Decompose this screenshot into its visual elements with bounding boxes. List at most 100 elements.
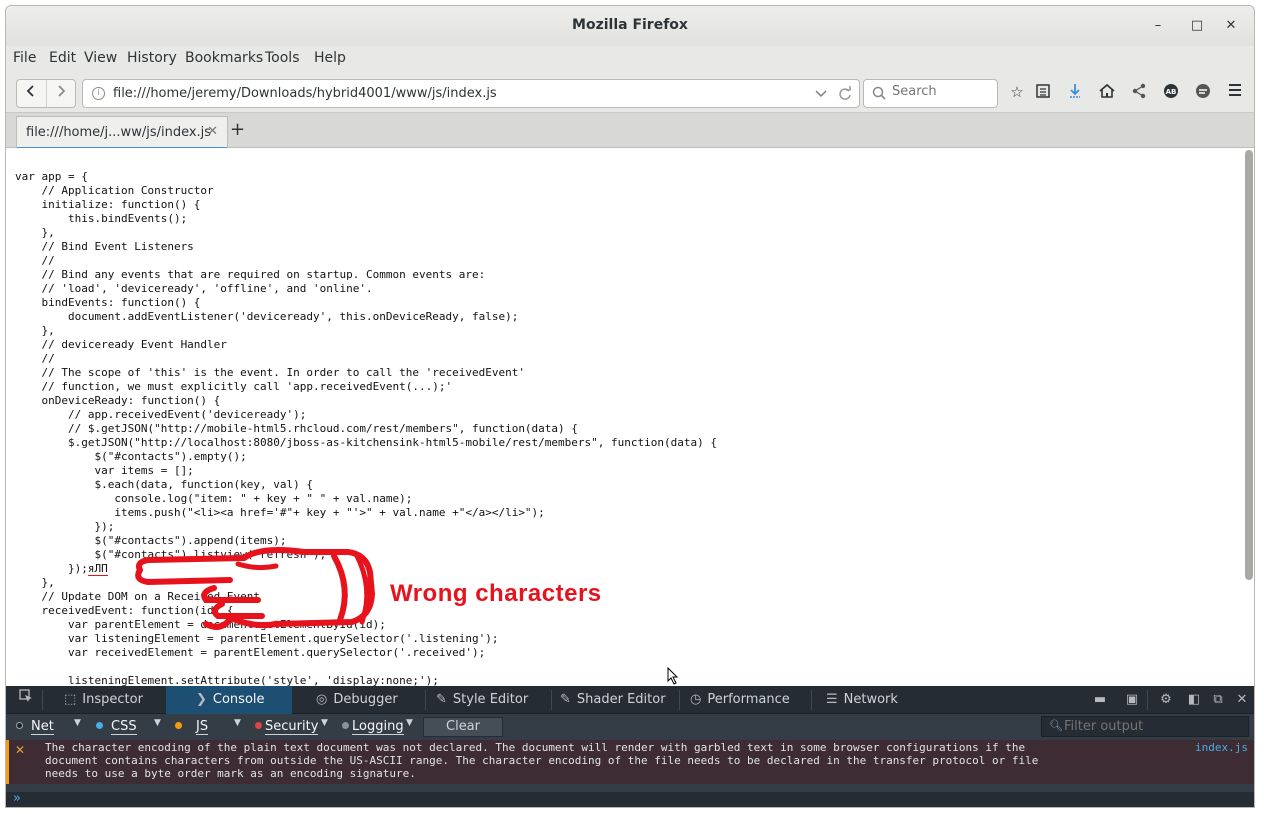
code-line: // function, we must explicitly call 'ap… [15,380,453,393]
url-history-dropdown-icon[interactable] [815,84,827,108]
page-content[interactable]: var app = { // Application Constructor i… [6,148,1254,686]
code-line: // Application Constructor [15,184,214,197]
firefox-window: Mozilla Firefox – □ ✕ File Edit View His… [5,5,1255,808]
tab-shader-editor[interactable]: ✎ Shader Editor [556,686,686,714]
filter-security[interactable]: Security [255,718,319,736]
new-tab-button[interactable]: + [230,119,245,140]
page-info-icon[interactable]: i [92,87,105,100]
code-line: }, [15,324,55,337]
url-bar[interactable]: i file:///home/jeremy/Downloads/hybrid40… [82,79,860,108]
maximize-button[interactable]: □ [1187,16,1207,36]
window-title: Mozilla Firefox [572,17,688,33]
filter-logging[interactable]: Logging [342,718,404,736]
menu-edit[interactable]: Edit [49,50,76,66]
console-filter-bar: Net ▼ CSS ▼ JS ▼ Security ▼ Logging ▼ Cl… [6,714,1254,740]
menu-view[interactable]: View [84,50,117,66]
code-line: this.bindEvents(); [15,212,188,225]
code-line: initialize: function() { [15,198,201,211]
filter-css[interactable]: CSS [96,718,137,736]
back-button[interactable] [17,80,46,107]
menu-tools[interactable]: Tools [265,50,300,66]
code-line: console.log("item: " + key + " " + val.n… [15,492,413,505]
tab-network[interactable]: ☰ Network [816,686,916,714]
menu-file[interactable]: File [13,50,36,66]
vertical-scrollbar[interactable] [1245,150,1253,580]
share-icon[interactable] [1129,83,1149,103]
code-line: }, [15,226,55,239]
inspector-icon: ⬚ [64,692,77,707]
source-link[interactable]: index.js [1195,741,1248,754]
tab-index-js[interactable]: file:///home/j...ww/js/index.js ✕ [16,116,228,149]
svg-text:AB: AB [1166,88,1177,96]
js-dropdown-icon[interactable]: ▼ [234,718,241,728]
tab-inspector[interactable]: ⬚ Inspector [54,686,166,714]
devtools-panel: ⬚ Inspector ❯ Console ◎ Debugger ✎ Style Edi… [6,686,1254,807]
security-dot-icon [255,722,262,729]
code-line: $.getJSON("http://localhost:8080/jboss-a… [15,436,717,449]
url-text[interactable]: file:///home/jeremy/Downloads/hybrid4001… [113,86,497,101]
code-line: // [15,352,55,365]
undock-window-icon[interactable]: ⧉ [1209,692,1227,707]
adblock-icon[interactable]: AB [1161,83,1181,103]
tab-performance[interactable]: ◷ Performance [684,686,816,714]
navigation-toolbar: i file:///home/jeremy/Downloads/hybrid40… [6,72,1254,112]
responsive-mode-icon[interactable]: ▣ [1123,692,1141,707]
console-icon: ❯ [196,692,207,707]
pointing-hand-annotation [135,547,376,630]
css-dot-icon [96,722,103,729]
reload-icon[interactable] [837,84,853,108]
code-line: var items = []; [15,464,194,477]
code-line: document.addEventListener('deviceready',… [15,310,519,323]
code-line: $.each(data, function(key, val) { [15,478,314,491]
close-window-button[interactable]: ✕ [1221,16,1241,36]
filter-net[interactable]: Net [16,718,54,736]
hamburger-menu-icon[interactable] [1225,83,1245,103]
dock-side-icon[interactable]: ◧ [1185,692,1203,707]
menu-bookmarks[interactable]: Bookmarks [185,50,263,66]
chat-extension-icon[interactable] [1193,83,1213,103]
garbled-characters: яЛП [87,562,108,576]
bookmarks-menu-icon[interactable] [1033,83,1053,103]
filter-output-input[interactable] [1064,719,1244,734]
annotation-label: Wrong characters [390,580,602,607]
warning-x-icon: ✕ [15,743,26,757]
back-arrow-icon [27,85,35,97]
menu-history[interactable]: History [127,50,177,66]
code-line: var receivedElement = parentElement.quer… [15,646,486,659]
code-line: onDeviceReady: function() { [15,394,221,407]
tab-strip: file:///home/j...ww/js/index.js ✕ + [6,112,1254,149]
filter-output-box[interactable]: 🔍︎ [1041,716,1249,737]
title-bar[interactable]: Mozilla Firefox – □ ✕ [6,6,1254,46]
console-input[interactable]: » [6,791,1254,807]
tab-console[interactable]: ❯ Console [166,686,292,714]
code-line: }); [15,520,115,533]
back-forward-group [16,79,76,108]
filter-js[interactable]: JS [175,718,209,736]
code-line: // [15,254,55,267]
net-dropdown-icon[interactable]: ▼ [74,718,81,728]
code-line: // Bind any events that are required on … [15,268,486,281]
element-picker-icon[interactable] [12,686,40,714]
settings-gear-icon[interactable]: ⚙ [1157,692,1175,707]
security-dropdown-icon[interactable]: ▼ [321,718,328,728]
tab-debugger[interactable]: ◎ Debugger [306,686,424,714]
warning-text: The character encoding of the plain text… [45,741,1039,780]
minimize-button[interactable]: – [1148,16,1168,36]
bookmark-star-icon[interactable]: ☆ [1007,83,1027,103]
tab-close-icon[interactable]: ✕ [207,124,218,139]
tab-style-editor[interactable]: ✎ Style Editor [430,686,558,714]
close-devtools-icon[interactable]: ✕ [1233,692,1251,707]
search-input[interactable] [892,84,992,99]
split-console-icon[interactable]: ▬ [1091,692,1109,707]
logging-dropdown-icon[interactable]: ▼ [406,718,413,728]
search-bar[interactable] [863,79,998,108]
forward-button[interactable] [45,80,75,107]
menu-help[interactable]: Help [314,50,346,66]
home-icon[interactable] [1097,83,1117,103]
style-editor-icon: ✎ [436,692,447,707]
clear-console-button[interactable]: Clear [423,717,503,737]
downloads-icon[interactable] [1065,83,1085,103]
code-line: $("#contacts").empty(); [15,450,247,463]
tab-title: file:///home/j...ww/js/index.js [26,125,212,140]
css-dropdown-icon[interactable]: ▼ [154,718,161,728]
